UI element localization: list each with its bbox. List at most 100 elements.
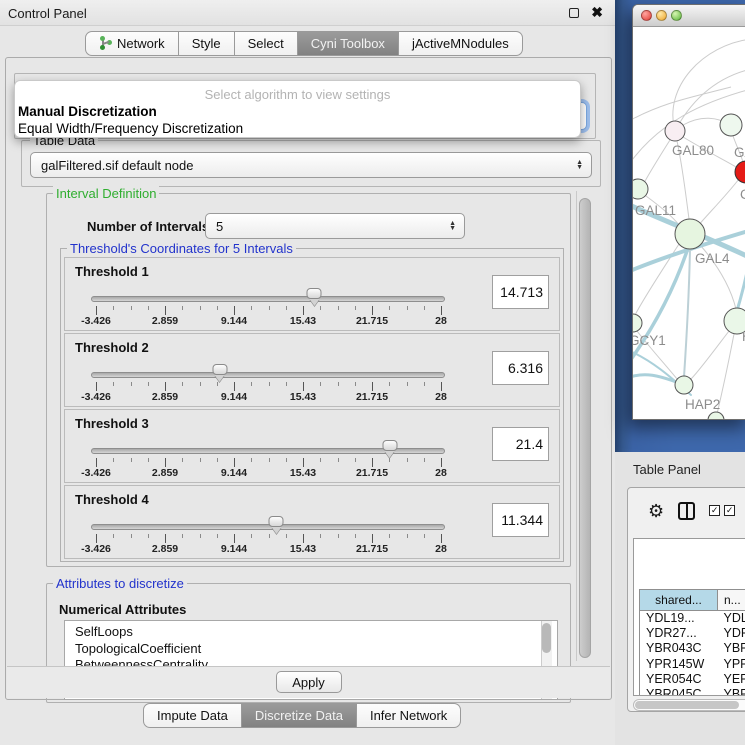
tick-label: 9.144 [221,391,247,403]
network-canvas[interactable]: GAL80 GA C GAL11 GAL4 GCY1 H HAP2 [633,27,745,420]
threshold-2-slider-track[interactable] [91,372,445,378]
checkbox-icon[interactable]: ✓ [709,505,720,516]
tick-label: 28 [435,391,447,403]
tick-mark [200,534,201,538]
tab-select[interactable]: Select [235,31,298,56]
tick-label: 21.715 [356,543,388,555]
table-row[interactable]: YDL19...YDL1... [640,611,745,626]
tick-mark [303,382,304,391]
tab-jactivemnodules-label: jActiveMNodules [412,36,509,51]
table-row[interactable]: YER054CYER0... [640,671,745,686]
tick-mark [217,382,218,386]
number-of-intervals-combobox[interactable]: 5 ▲▼ [205,213,465,239]
table-cell[interactable]: YPR145W [640,656,718,671]
threshold-3-tick-labels: -3.4262.8599.14415.4321.71528 [96,467,441,479]
close-icon[interactable]: ✖ [591,4,603,21]
table-row[interactable]: YBR045CYBR0... [640,686,745,696]
threshold-2-row: Threshold 2 -3.4262.8599.14415.4321.7152… [64,333,560,407]
number-of-intervals-value: 5 [216,219,223,234]
apply-bar: Apply [7,666,610,698]
tick-label: 21.715 [356,315,388,327]
checkbox-icon[interactable]: ✓ [724,505,735,516]
table-data-combobox[interactable]: galFiltered.sif default node ▲▼ [30,152,592,178]
apply-button[interactable]: Apply [276,671,342,693]
attribute-item[interactable]: TopologicalCoefficient [75,641,557,658]
tab-select-label: Select [248,36,284,51]
table-row[interactable]: YDR27...YDR2... [640,626,745,641]
table-hscrollbar-thumb[interactable] [635,701,739,709]
popup-option-manual[interactable]: Manual Discretization [18,104,157,119]
tick-mark [424,534,425,538]
zoom-traffic-light-icon[interactable] [671,10,682,21]
table-cell[interactable]: YDL1... [718,611,745,626]
tick-mark [182,534,183,538]
tick-mark [303,306,304,315]
table-panel-section: Table Panel ⚙ ✓ ✓ shared... n... [615,452,745,745]
column-header-name[interactable]: n... [718,590,745,611]
table-cell[interactable]: YBR0... [718,641,745,656]
attributes-scrollbar-thumb[interactable] [542,623,551,653]
threshold-rows: Threshold 1 -3.4262.8599.14415.4321.7152… [64,257,560,561]
float-window-icon[interactable] [569,8,579,18]
tick-mark [338,458,339,462]
label-gal4: GAL4 [695,251,730,266]
tab-discretize-data-label: Discretize Data [255,708,343,723]
table-cell[interactable]: YDR27... [640,626,718,641]
tab-jactivemnodules[interactable]: jActiveMNodules [399,31,523,56]
tick-mark [269,382,270,386]
tick-mark [389,534,390,538]
attribute-item[interactable]: SelfLoops [75,624,557,641]
tick-mark [441,382,442,391]
label-gal11: GAL11 [635,203,676,218]
tick-mark [269,458,270,462]
table-cell[interactable]: YBR045C [640,686,718,696]
threshold-2-slider-thumb[interactable] [212,364,227,382]
tab-style[interactable]: Style [179,31,235,56]
panel-scrollbar-thumb[interactable] [579,198,591,658]
tab-discretize-data[interactable]: Discretize Data [242,703,357,728]
threshold-1-slider-track[interactable] [91,296,445,302]
close-traffic-light-icon[interactable] [641,10,652,21]
minimize-traffic-light-icon[interactable] [656,10,667,21]
numerical-attributes-label: Numerical Attributes [59,602,186,617]
label-partial-c: C [740,187,745,202]
columns-icon[interactable] [678,502,695,520]
threshold-4-value-field[interactable]: 11.344 [492,503,549,537]
table-cell[interactable]: YDR2... [718,626,745,641]
tick-mark [148,458,149,462]
network-window-titlebar[interactable] [633,5,745,27]
table-cell[interactable]: YPR1... [718,656,745,671]
top-tab-bar: Network Style Select Cyni Toolbox jActiv… [85,31,523,56]
tab-cyni-toolbox[interactable]: Cyni Toolbox [298,31,399,56]
table-row[interactable]: YBR043CYBR0... [640,641,745,656]
tick-mark [113,458,114,462]
tick-mark [165,458,166,467]
tick-mark [286,306,287,310]
table-hscrollbar-track[interactable] [633,699,745,711]
table-cell[interactable]: YDL19... [640,611,718,626]
tab-network[interactable]: Network [85,31,179,56]
threshold-1-value-field[interactable]: 14.713 [492,275,549,309]
table-row[interactable]: YPR145WYPR1... [640,656,745,671]
threshold-4-slider-thumb[interactable] [269,516,284,534]
tick-mark [200,458,201,462]
tick-mark [148,382,149,386]
gear-icon[interactable]: ⚙ [648,502,664,520]
table-cell[interactable]: YER0... [718,671,745,686]
network-window[interactable]: GAL80 GA C GAL11 GAL4 GCY1 H HAP2 [632,4,745,420]
popup-option-equal-width[interactable]: Equal Width/Frequency Discretization [18,121,243,136]
table-cell[interactable]: YER054C [640,671,718,686]
column-header-shared[interactable]: shared... [640,590,718,611]
threshold-3-slider-thumb[interactable] [382,440,397,458]
table-cell[interactable]: YBR0... [718,686,745,696]
tab-infer-network[interactable]: Infer Network [357,703,461,728]
tick-label: 28 [435,543,447,555]
cyni-toolbox-panel: Discretization Algorithm Select algorith… [5,57,612,700]
threshold-2-value-field[interactable]: 6.316 [492,351,549,385]
tick-mark [165,534,166,543]
table-cell[interactable]: YBR043C [640,641,718,656]
tab-impute-data[interactable]: Impute Data [143,703,242,728]
threshold-3-value-field[interactable]: 21.4 [492,427,549,461]
checkbox-icons: ✓ ✓ [709,505,735,516]
threshold-1-slider-thumb[interactable] [307,288,322,306]
